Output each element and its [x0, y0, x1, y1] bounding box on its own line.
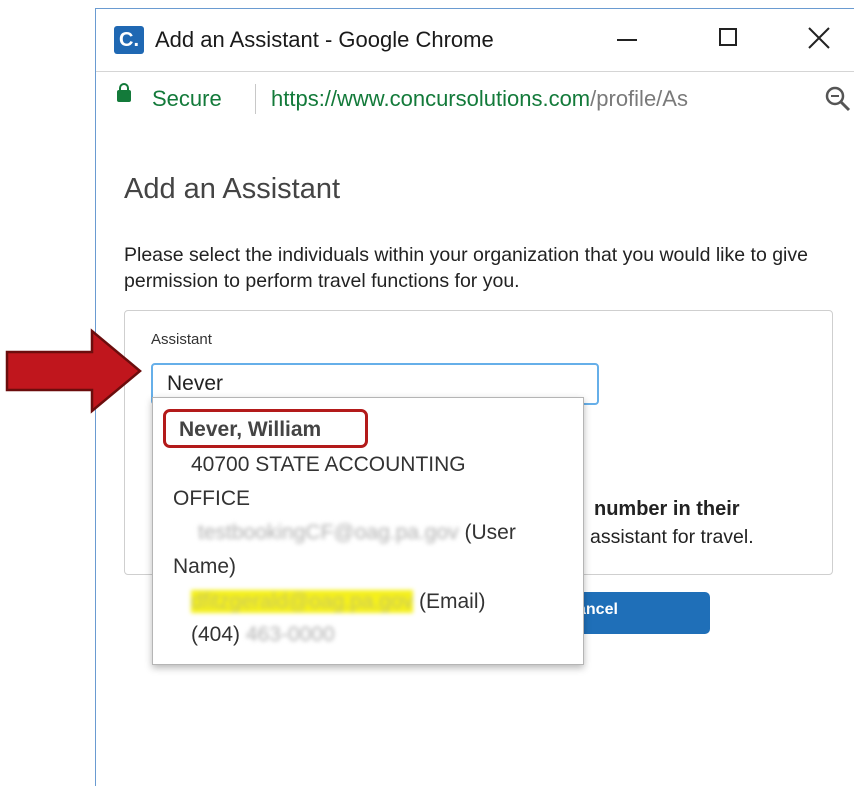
window-title: Add an Assistant - Google Chrome [155, 27, 494, 52]
suggestion-dept-line2: OFFICE [173, 487, 250, 510]
secure-label: Secure [152, 86, 222, 111]
concur-app-icon: C. [114, 26, 144, 54]
suggestion-email: dfitzgerald@oag.pa.gov (Email) [191, 590, 485, 614]
url-host: https://www.concursolutions.com [271, 86, 591, 111]
url-path: /profile/As [590, 86, 688, 111]
suggestion-name[interactable]: Never, William [179, 418, 321, 442]
phone-value: 463-0000 [245, 623, 335, 646]
suggestion-username: testbookingCF@oag.pa.gov (User [198, 521, 516, 545]
intro-text: Please select the individuals within you… [124, 244, 808, 292]
phone-prefix: (404) [191, 623, 241, 646]
lock-icon [117, 83, 131, 102]
close-icon [808, 27, 830, 49]
hint-bold-text: number in their [594, 498, 740, 520]
autocomplete-dropdown[interactable]: Never, William 40700 STATE ACCOUNTING OF… [152, 397, 584, 665]
suggestion-dept-line1: 40700 STATE ACCOUNTING [191, 453, 466, 476]
page-title: Add an Assistant [124, 173, 341, 205]
suggestion-username-suffix2: Name) [173, 555, 237, 578]
email-suffix: (Email) [418, 590, 486, 613]
address-divider [255, 84, 256, 114]
maximize-button[interactable] [706, 21, 752, 57]
cancel-button[interactable]: ancel [569, 592, 710, 634]
assistant-label: Assistant [151, 331, 212, 348]
email-value: dfitzgerald@oag.pa.gov [191, 590, 414, 613]
suggestion-phone: (404) 463-0000 [191, 623, 335, 647]
hint-text: assistant for travel. [590, 526, 754, 548]
username-value: testbookingCF@oag.pa.gov [198, 521, 459, 544]
address-bar[interactable]: Secure https://www.concursolutions.com/p… [96, 71, 854, 128]
minimize-button[interactable] [604, 21, 650, 57]
title-bar: C. Add an Assistant - Google Chrome [96, 9, 854, 71]
username-suffix: (User [464, 521, 516, 544]
zoom-icon[interactable] [823, 84, 853, 114]
url-text[interactable]: https://www.concursolutions.com/profile/… [271, 86, 819, 112]
close-button[interactable] [796, 21, 842, 57]
red-arrow-icon [5, 328, 142, 414]
